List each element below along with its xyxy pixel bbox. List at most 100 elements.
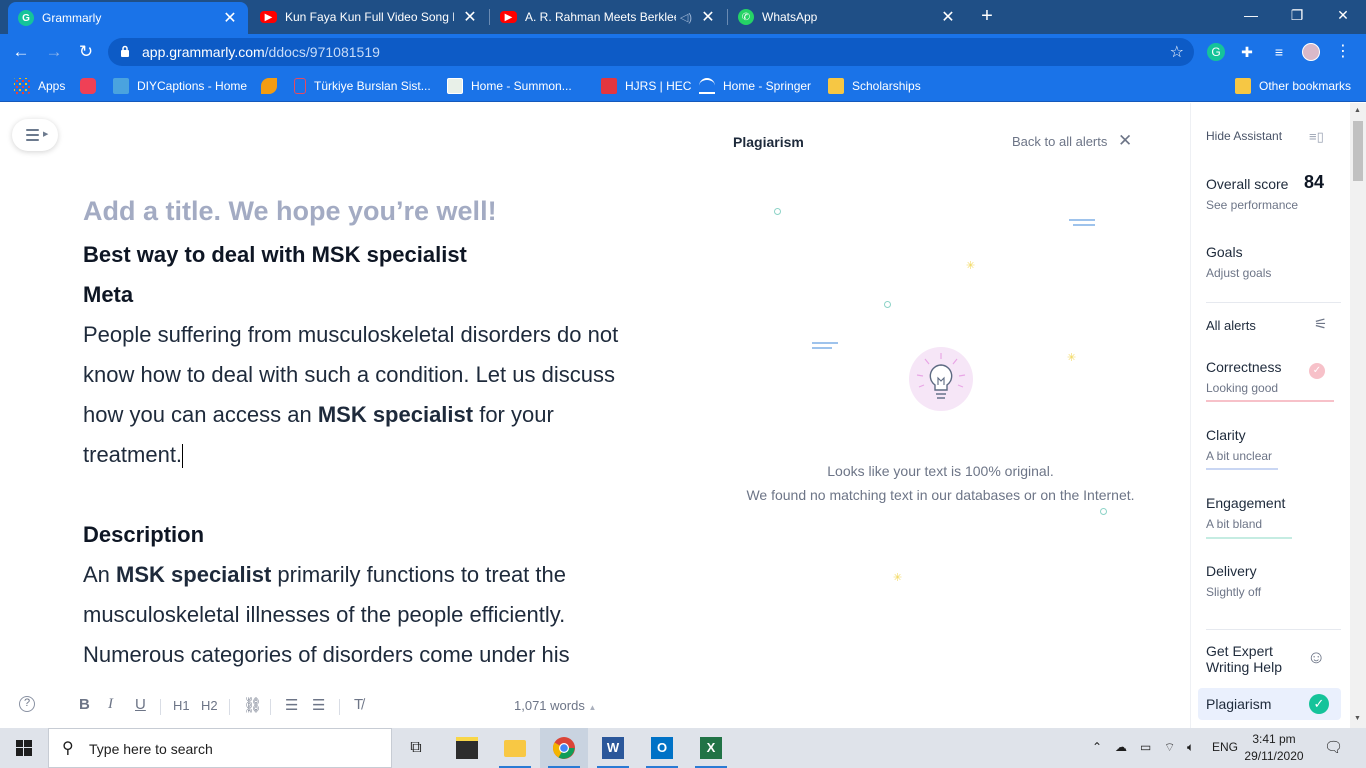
youtube-icon: ▶ (260, 11, 277, 23)
bookmark-hjrs[interactable]: HJRS | HEC (601, 77, 691, 95)
bookmark-turkiye-burslari[interactable]: Türkiye Burslan Sist... (294, 77, 431, 95)
page-scrollbar[interactable]: ▲ ▼ (1350, 103, 1366, 728)
category-delivery[interactable]: Delivery (1206, 563, 1257, 579)
heading-description[interactable]: Description (83, 515, 643, 555)
back-arrow-icon[interactable]: ← (10, 41, 32, 63)
profile-avatar[interactable] (1302, 43, 1320, 61)
scrollbar-thumb[interactable] (1353, 121, 1363, 181)
bullet-list-icon[interactable]: ☰ (312, 696, 325, 714)
bookmark-springer[interactable]: Home - Springer (699, 77, 811, 95)
adjust-goals-link[interactable]: Adjust goals (1206, 266, 1271, 280)
puzzle-extensions-icon[interactable]: ✚ (1238, 43, 1256, 61)
outlook-app[interactable]: O (638, 728, 686, 768)
new-tab-button[interactable]: + (976, 5, 998, 27)
category-correctness[interactable]: Correctness (1206, 359, 1281, 375)
expert-writing-help[interactable]: Get Expert Writing Help (1206, 643, 1304, 675)
engagement-bar (1206, 537, 1292, 539)
reload-icon[interactable]: ↻ (75, 41, 97, 63)
editor-menu-button[interactable]: ▶ (12, 119, 58, 151)
word-count[interactable]: 1,071 words ▲ (514, 698, 596, 713)
chrome-app[interactable] (540, 728, 588, 768)
bookmark-scholarships[interactable]: Scholarships (828, 77, 921, 95)
hide-assistant-button[interactable]: Hide Assistant (1206, 129, 1282, 143)
filter-settings-icon[interactable]: ⚟ (1314, 315, 1327, 333)
volume-icon[interactable]: 🔈︎ (1187, 740, 1194, 755)
document-body[interactable]: Add a title. We hope you’re well! Best w… (83, 193, 643, 675)
sticky-notes-app[interactable] (443, 728, 491, 768)
italic-button[interactable]: I (108, 696, 113, 713)
bookmark-diycaptions[interactable]: DIYCaptions - Home (113, 77, 247, 95)
tab-grammarly[interactable]: G Grammarly ✕ (8, 2, 248, 34)
bookmark-pocket[interactable] (80, 77, 104, 95)
close-icon[interactable]: ✕ (1118, 131, 1132, 151)
all-alerts-item[interactable]: All alerts (1206, 318, 1256, 333)
scroll-down-icon[interactable]: ▼ (1354, 715, 1361, 722)
language-indicator[interactable]: ENG (1212, 740, 1238, 754)
menu-icon (26, 134, 39, 136)
caret-up-icon: ▲ (588, 703, 597, 712)
close-window-button[interactable]: ✕ (1320, 0, 1366, 30)
category-clarity[interactable]: Clarity (1206, 427, 1246, 443)
network-sync-icon[interactable]: ☁ (1115, 740, 1127, 754)
close-icon[interactable]: ✕ (462, 7, 478, 27)
address-bar-row: ← → ↻ app.grammarly.com/ddocs/971081519 … (0, 34, 1366, 70)
battery-icon[interactable]: ▭ (1140, 740, 1151, 754)
minimize-button[interactable]: — (1228, 0, 1274, 30)
search-placeholder: Type here to search (89, 741, 213, 757)
back-to-all-alerts-link[interactable]: Back to all alerts (1012, 134, 1107, 149)
document-title-placeholder[interactable]: Add a title. We hope you’re well! (83, 196, 643, 227)
heading2-button[interactable]: H2 (201, 698, 218, 713)
expert-person-icon[interactable]: ☺ (1307, 647, 1325, 668)
meta-paragraph[interactable]: People suffering from musculoskeletal di… (83, 315, 643, 475)
goals-label[interactable]: Goals (1206, 244, 1243, 260)
underline-button[interactable]: U (135, 696, 146, 713)
word-app[interactable]: W (589, 728, 637, 768)
pocket-icon (80, 78, 96, 94)
bookmark-label: Türkiye Burslan Sist... (314, 79, 431, 93)
heading-meta[interactable]: Meta (83, 275, 643, 315)
sparkle-icon: ✳ (893, 572, 903, 584)
sidebar-divider (1206, 302, 1341, 303)
tab-whatsapp[interactable]: ✆ WhatsApp ✕ (728, 0, 966, 34)
bookmark-star-icon[interactable]: ☆ (1170, 42, 1184, 62)
help-icon[interactable]: ? (19, 696, 35, 712)
bookmark-apps[interactable]: Apps (14, 77, 65, 95)
scroll-up-icon[interactable]: ▲ (1354, 107, 1361, 114)
bold-button[interactable]: B (79, 696, 90, 713)
task-view-button[interactable]: ⧉ (392, 728, 440, 768)
grammarly-extension-icon[interactable]: G (1207, 43, 1225, 61)
close-icon[interactable]: ✕ (700, 7, 716, 27)
close-icon[interactable]: ✕ (940, 7, 956, 27)
sidebar-toggle-icon[interactable]: ≡▯ (1309, 129, 1324, 145)
file-explorer-app[interactable] (491, 728, 539, 768)
category-engagement[interactable]: Engagement (1206, 495, 1285, 511)
start-button[interactable] (0, 728, 48, 768)
link-icon[interactable]: ⛓ (243, 696, 262, 714)
wifi-icon[interactable]: ⌔ (1164, 740, 1175, 755)
more-menu-icon[interactable]: ⋮ (1334, 43, 1352, 61)
bookmark-leaf[interactable] (261, 77, 285, 95)
forward-arrow-icon[interactable]: → (43, 41, 65, 63)
taskbar-search-input[interactable]: ⚲ Type here to search (48, 728, 392, 768)
numbered-list-icon[interactable]: ☰ (285, 696, 298, 714)
tab-youtube-1[interactable]: ▶ Kun Faya Kun Full Video Song Ro ✕ (250, 0, 488, 34)
bookmark-summon[interactable]: Home - Summon... (447, 77, 572, 95)
chevron-up-icon[interactable]: ⌃ (1092, 740, 1102, 754)
notifications-icon[interactable]: 🗨︎ (1324, 738, 1343, 756)
empty-line[interactable] (83, 475, 643, 515)
bookmark-other[interactable]: Other bookmarks (1235, 77, 1351, 95)
plagiarism-sidebar-item[interactable]: Plagiarism ✓ (1198, 688, 1341, 720)
system-clock[interactable]: 3:41 pm 29/11/2020 (1240, 731, 1308, 765)
media-control-icon[interactable]: ≡ (1270, 43, 1288, 61)
clear-formatting-icon[interactable]: T̸ (354, 696, 363, 713)
tab-youtube-2[interactable]: ▶ A. R. Rahman Meets Berklee ◁) ✕ (490, 0, 726, 34)
excel-app[interactable]: X (687, 728, 735, 768)
omnibox[interactable]: app.grammarly.com/ddocs/971081519 ☆ (108, 38, 1194, 66)
heading-main[interactable]: Best way to deal with MSK specialist (83, 235, 643, 275)
see-performance-link[interactable]: See performance (1206, 198, 1298, 212)
heading1-button[interactable]: H1 (173, 698, 190, 713)
description-paragraph[interactable]: An MSK specialist primarily functions to… (83, 555, 643, 675)
speaker-muted-icon[interactable]: ◁) (680, 11, 692, 24)
restore-button[interactable]: ❐ (1274, 0, 1320, 30)
close-icon[interactable]: ✕ (222, 8, 238, 28)
